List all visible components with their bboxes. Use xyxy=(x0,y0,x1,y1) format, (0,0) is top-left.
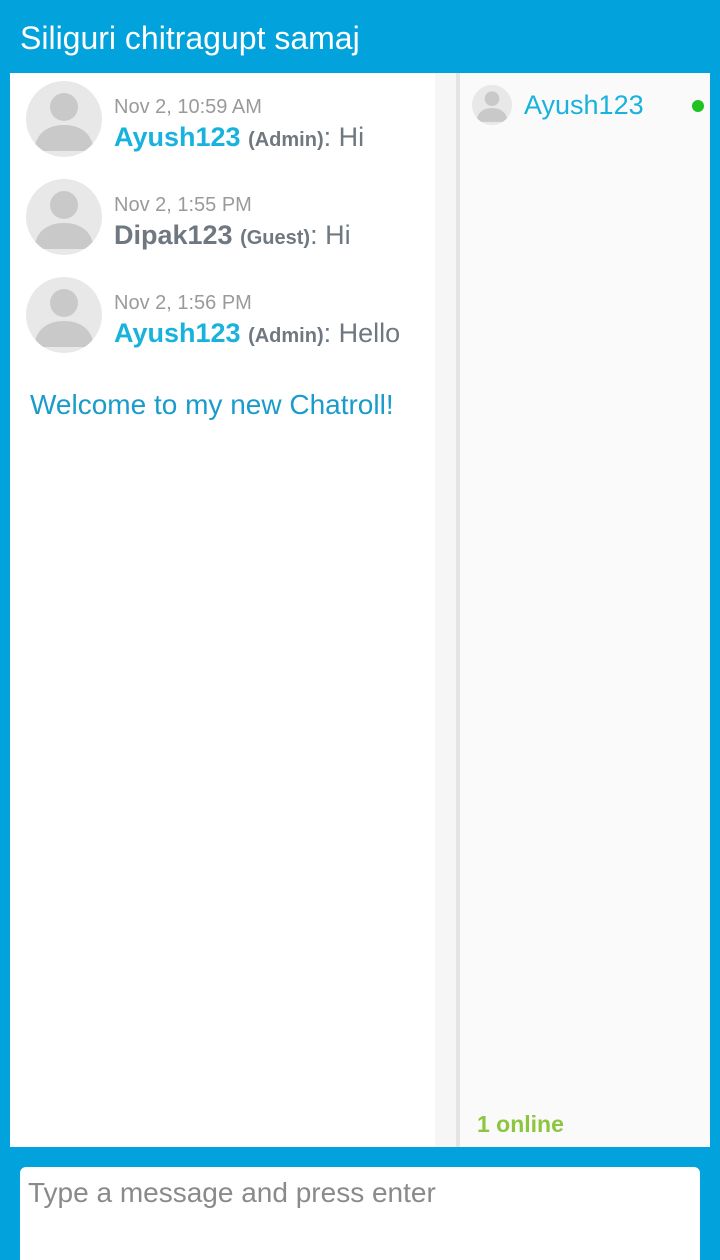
message-timestamp: Nov 2, 1:56 PM xyxy=(114,292,252,314)
message-separator: : xyxy=(323,318,332,348)
message-timestamp: Nov 2, 1:55 PM xyxy=(114,194,252,216)
user-avatar-icon xyxy=(472,85,512,125)
user-avatar-icon[interactable] xyxy=(26,179,102,255)
message-author[interactable]: Ayush123 xyxy=(114,318,241,348)
message-input[interactable] xyxy=(20,1167,700,1260)
message-scroll-gutter[interactable] xyxy=(435,73,458,1147)
chat-area: Nov 2, 10:59 AM Ayush123 (Admin): Hi Nov… xyxy=(10,73,710,1147)
message-list[interactable]: Nov 2, 10:59 AM Ayush123 (Admin): Hi Nov… xyxy=(10,73,435,1147)
chat-header: Siliguri chitragupt samaj xyxy=(0,0,720,73)
message-text: Hello xyxy=(338,318,401,348)
message-author[interactable]: Dipak123 xyxy=(114,220,233,250)
online-count: 1 online xyxy=(477,1111,564,1137)
message-role: (Admin) xyxy=(248,325,324,347)
message-item: Nov 2, 1:56 PM Ayush123 (Admin): Hello xyxy=(10,277,435,367)
message-role: (Guest) xyxy=(240,227,311,249)
welcome-message: Welcome to my new Chatroll! xyxy=(30,389,394,420)
online-dot-icon xyxy=(692,100,704,112)
chat-title: Siliguri chitragupt samaj xyxy=(20,20,360,56)
message-timestamp: Nov 2, 10:59 AM xyxy=(114,96,262,118)
message-line: Dipak123 (Guest): Hi xyxy=(114,217,351,256)
online-user-item[interactable]: Ayush123 xyxy=(472,85,704,125)
message-text: Hi xyxy=(338,122,365,152)
message-line: Ayush123 (Admin): Hello xyxy=(114,315,400,354)
message-author[interactable]: Ayush123 xyxy=(114,122,241,152)
message-text: Hi xyxy=(325,220,351,250)
user-avatar-icon[interactable] xyxy=(26,81,102,157)
message-item: Nov 2, 1:55 PM Dipak123 (Guest): Hi xyxy=(10,179,435,269)
user-avatar-icon[interactable] xyxy=(26,277,102,353)
message-line: Ayush123 (Admin): Hi xyxy=(114,119,364,158)
message-separator: : xyxy=(323,122,332,152)
message-role: (Admin) xyxy=(248,129,324,151)
online-user-name[interactable]: Ayush123 xyxy=(524,89,644,121)
online-users-panel: Ayush123 1 online xyxy=(460,73,710,1147)
message-separator: : xyxy=(310,220,318,250)
message-item: Nov 2, 10:59 AM Ayush123 (Admin): Hi xyxy=(10,81,435,171)
